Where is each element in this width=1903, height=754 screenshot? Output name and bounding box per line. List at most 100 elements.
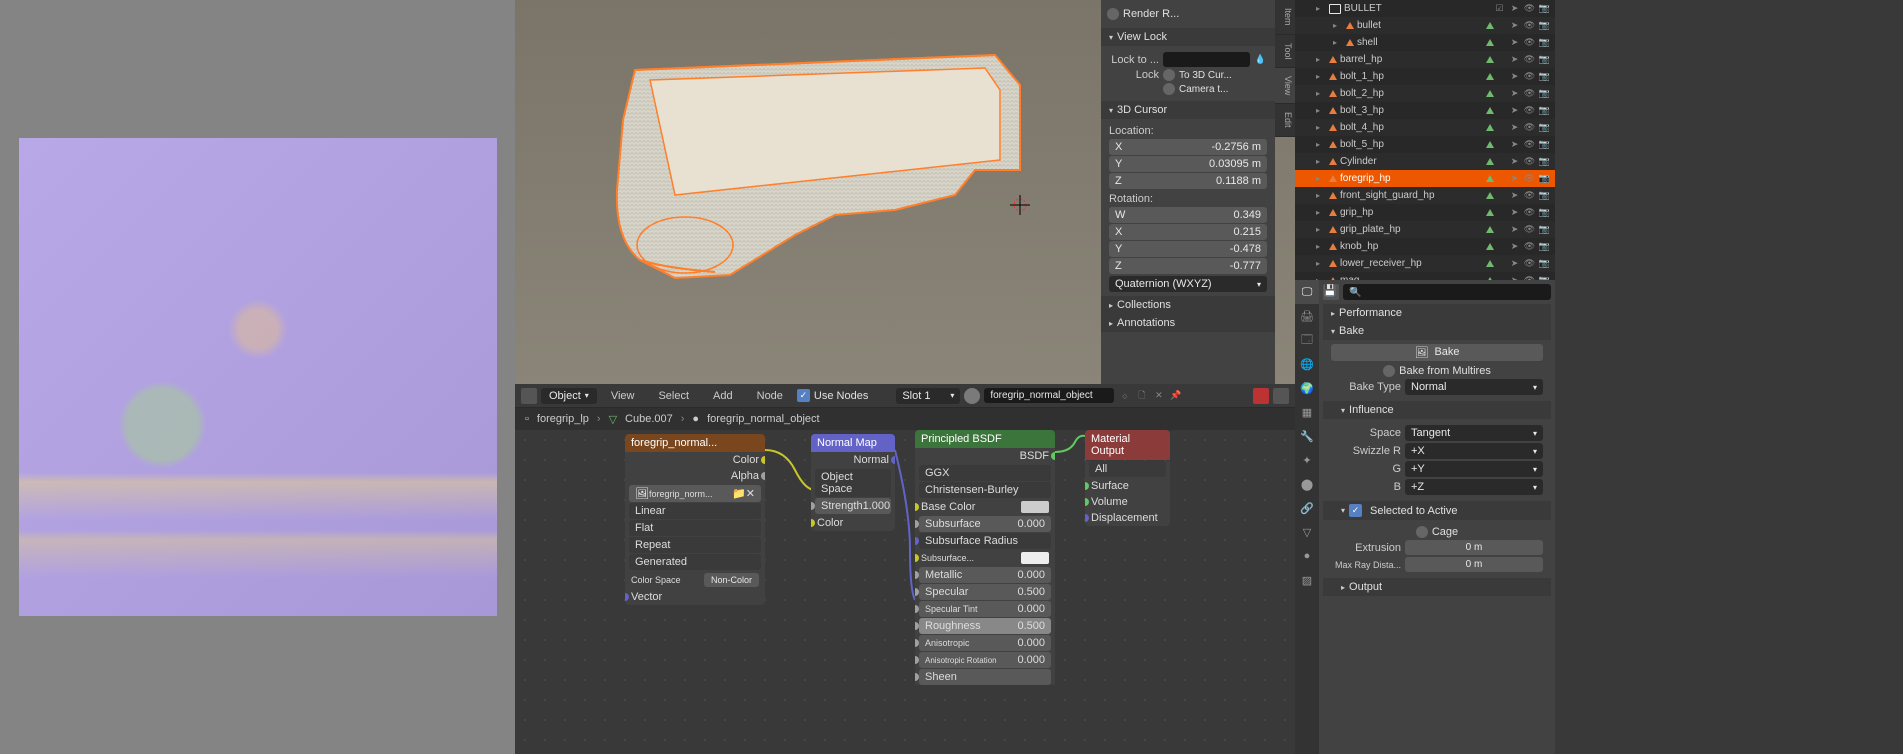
material-name-field[interactable]: foregrip_normal_object [984,388,1114,403]
checkbox-icon[interactable]: ☑ [1493,2,1506,15]
outliner-row[interactable]: ▸mag➤👁📷 [1295,272,1555,280]
selected-to-active-header[interactable]: Selected to Active [1323,501,1551,520]
tab-data[interactable]: ▽ [1295,520,1319,544]
selectable-icon[interactable]: ➤ [1508,240,1521,253]
bake-type-dropdown[interactable]: Normal [1405,379,1543,395]
render-icon[interactable]: 📷 [1538,19,1551,32]
aniso-rot-value[interactable]: 0.000 [1017,654,1045,666]
3d-cursor-header[interactable]: 3D Cursor [1101,101,1275,119]
annotations-header[interactable]: Annotations [1101,314,1275,332]
menu-node[interactable]: Node [747,388,793,404]
space-dropdown[interactable]: Tangent [1405,425,1543,441]
cursor-rx[interactable]: X0.215 [1109,224,1267,240]
image-field[interactable]: foregrip_norm... [649,489,732,499]
collections-header[interactable]: Collections [1101,296,1275,314]
outliner-row[interactable]: ▸bolt_2_hp➤👁📷 [1295,85,1555,102]
visibility-icon[interactable]: 👁 [1523,19,1536,32]
selectable-icon[interactable]: ➤ [1508,70,1521,83]
tab-physics[interactable]: ⬤ [1295,472,1319,496]
outliner-row[interactable]: ▸barrel_hp➤👁📷 [1295,51,1555,68]
menu-view[interactable]: View [601,388,645,404]
rotation-mode-dropdown[interactable]: Quaternion (WXYZ) [1109,276,1267,292]
menu-add[interactable]: Add [703,388,743,404]
outliner-row[interactable]: ▸grip_plate_hp➤👁📷 [1295,221,1555,238]
selectable-icon[interactable]: ➤ [1508,53,1521,66]
radio-icon[interactable] [1163,83,1175,95]
target-dropdown[interactable]: All [1095,463,1107,475]
use-nodes-checkbox[interactable] [797,389,810,402]
eyedropper-icon[interactable]: 💧 [1254,53,1267,66]
bc-mesh[interactable]: Cube.007 [625,413,673,425]
selectable-icon[interactable]: ➤ [1508,155,1521,168]
radio-icon[interactable] [1107,8,1119,20]
influence-header[interactable]: Influence [1323,401,1551,419]
sss-color-swatch[interactable] [1021,552,1049,564]
sss-method-dropdown[interactable]: Christensen-Burley [925,484,1019,496]
swizzle-r-dropdown[interactable]: +X [1405,443,1543,459]
tab-output[interactable]: 🖨 [1295,304,1319,328]
aniso-value[interactable]: 0.000 [1017,637,1045,649]
tab-particle[interactable]: ✦ [1295,448,1319,472]
visibility-icon[interactable]: 👁 [1523,206,1536,219]
node-canvas[interactable]: foregrip_normal... Color Alpha 🖼foregrip… [515,430,1295,754]
expand-icon[interactable]: ▸ [1316,123,1326,132]
shader-type-dropdown[interactable]: Object [541,388,597,404]
projection-dropdown[interactable]: Flat [635,522,653,534]
outliner-row[interactable]: ▸bolt_5_hp➤👁📷 [1295,136,1555,153]
expand-icon[interactable]: ▸ [1316,4,1326,13]
selectable-icon[interactable]: ➤ [1508,121,1521,134]
render-icon[interactable]: 📷 [1538,257,1551,270]
base-color-swatch[interactable] [1021,501,1049,513]
cursor-x[interactable]: X-0.2756 m [1109,139,1267,155]
cursor-rz[interactable]: Z-0.777 [1109,258,1267,274]
visibility-icon[interactable]: 👁 [1523,240,1536,253]
outliner-row[interactable]: ▸foregrip_hp➤👁📷 [1295,170,1555,187]
selectable-icon[interactable]: ➤ [1508,172,1521,185]
expand-icon[interactable]: ▸ [1316,55,1326,64]
max-ray-field[interactable]: 0 m [1405,557,1543,572]
selectable-icon[interactable]: ➤ [1508,223,1521,236]
overlay-icon[interactable] [1273,388,1289,404]
3d-viewport[interactable]: X Y Render R... View Lock Lock to ... 💧 … [515,0,1295,384]
outliner[interactable]: ▸BULLET☑➤👁📷▸bullet➤👁📷▸shell➤👁📷▸barrel_hp… [1295,0,1555,280]
outliner-row[interactable]: ▸Cylinder➤👁📷 [1295,153,1555,170]
outliner-row[interactable]: ▸grip_hp➤👁📷 [1295,204,1555,221]
cursor-rw[interactable]: W0.349 [1109,207,1267,223]
visibility-icon[interactable]: 👁 [1523,104,1536,117]
expand-icon[interactable]: ▸ [1316,242,1326,251]
cursor-z[interactable]: Z0.1188 m [1109,173,1267,189]
expand-icon[interactable]: ▸ [1316,225,1326,234]
editor-type-icon[interactable] [521,388,537,404]
pin-icon[interactable]: 📌 [1169,389,1182,402]
visibility-icon[interactable]: 👁 [1523,53,1536,66]
expand-icon[interactable]: ▸ [1316,174,1326,183]
principled-bsdf-node[interactable]: Principled BSDF BSDF GGX Christensen-Bur… [915,430,1055,686]
visibility-icon[interactable]: 👁 [1523,155,1536,168]
visibility-icon[interactable]: 👁 [1523,223,1536,236]
visibility-icon[interactable]: 👁 [1523,189,1536,202]
render-icon[interactable]: 📷 [1538,104,1551,117]
snap-icon[interactable] [1253,388,1269,404]
visibility-icon[interactable]: 👁 [1523,36,1536,49]
slot-dropdown[interactable]: Slot 1 [896,388,960,404]
image-texture-node[interactable]: foregrip_normal... Color Alpha 🖼foregrip… [625,434,765,605]
metallic-value[interactable]: 0.000 [1017,569,1045,581]
selectable-icon[interactable]: ➤ [1508,138,1521,151]
outliner-row[interactable]: ▸lower_receiver_hp➤👁📷 [1295,255,1555,272]
selectable-icon[interactable]: ➤ [1508,206,1521,219]
unlink-icon[interactable]: ✕ [1152,389,1165,402]
interp-dropdown[interactable]: Linear [635,505,666,517]
view-lock-header[interactable]: View Lock [1101,28,1275,46]
tab-world[interactable]: 🌍 [1295,376,1319,400]
cursor-y[interactable]: Y0.03095 m [1109,156,1267,172]
render-icon[interactable]: 📷 [1538,2,1551,15]
extension-dropdown[interactable]: Repeat [635,539,670,551]
new-icon[interactable]: 🗋 [1135,389,1148,402]
output-header[interactable]: Output [1323,578,1551,596]
selectable-icon[interactable]: ➤ [1508,19,1521,32]
subsurface-value[interactable]: 0.000 [1017,518,1045,530]
tab-texture[interactable]: ▨ [1295,568,1319,592]
bc-object[interactable]: foregrip_lp [537,413,589,425]
render-icon[interactable]: 📷 [1538,53,1551,66]
selectable-icon[interactable]: ➤ [1508,2,1521,15]
